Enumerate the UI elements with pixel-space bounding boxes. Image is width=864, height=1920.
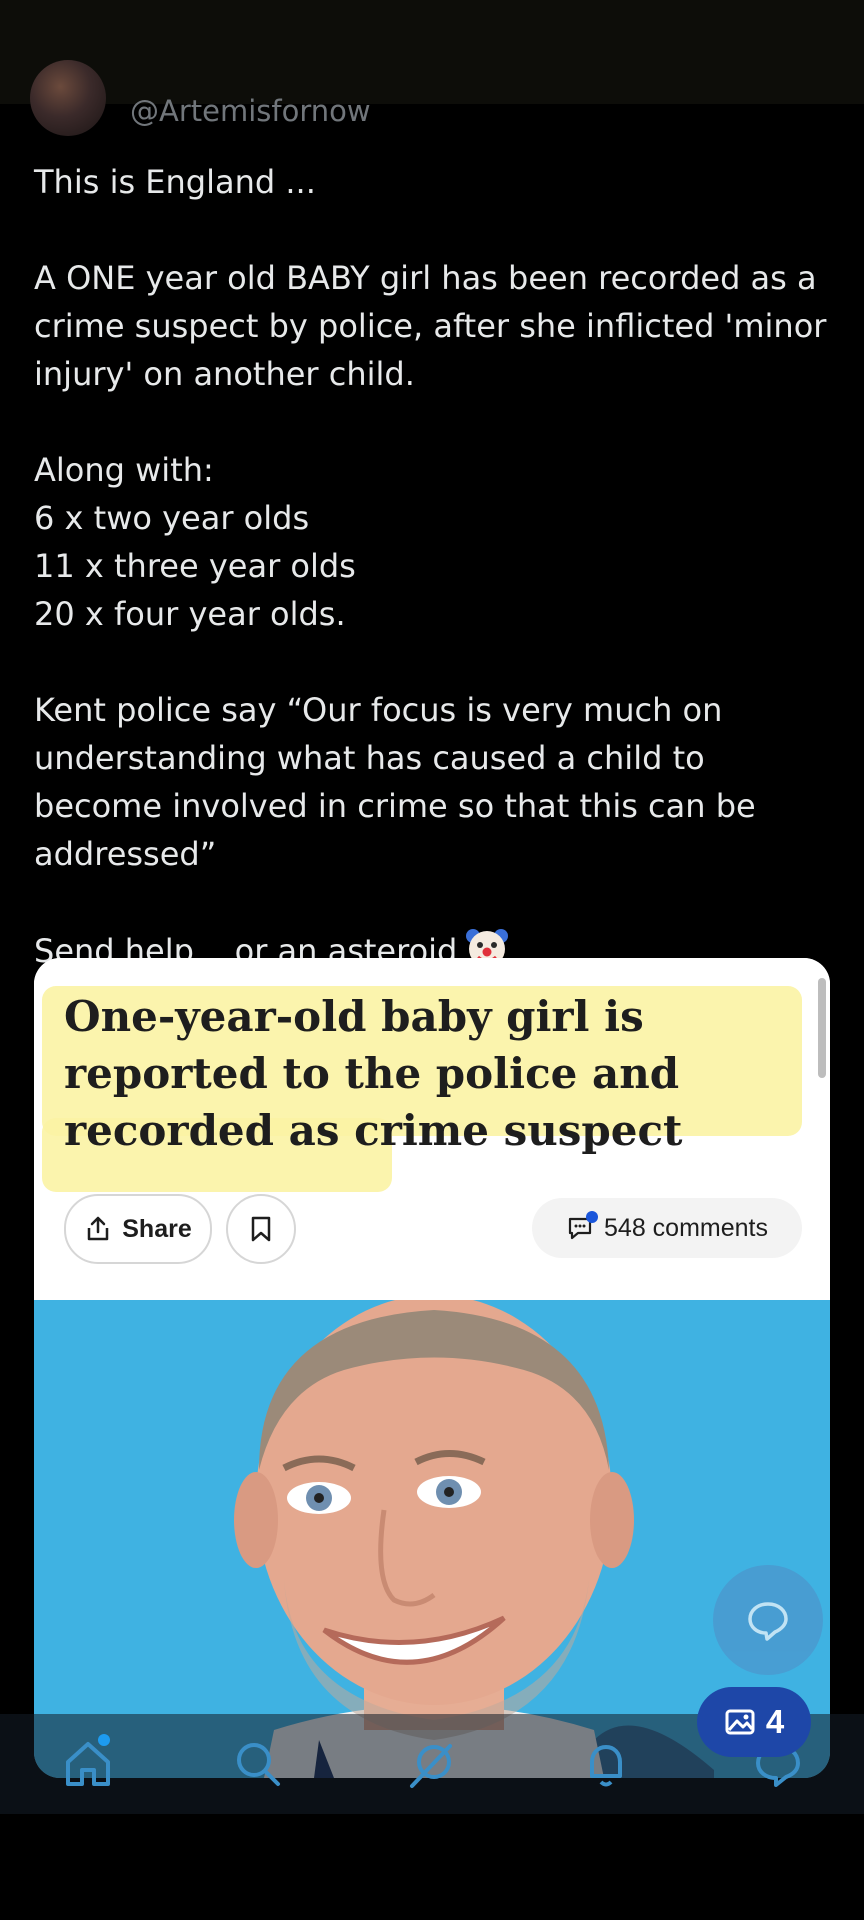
bookmark-icon <box>251 1216 271 1242</box>
unread-dot <box>98 1734 110 1746</box>
post-text: This is England ... A ONE year old BABY … <box>34 158 834 975</box>
author-handle[interactable]: @Artemisfornow <box>130 94 371 128</box>
notification-dot <box>586 1211 599 1223</box>
images-icon <box>725 1709 755 1735</box>
post-line: 20 x four year olds. <box>34 595 346 633</box>
search-icon[interactable] <box>230 1736 286 1792</box>
comments-count: 548 comments <box>604 1213 768 1242</box>
bookmark-button[interactable] <box>226 1194 296 1264</box>
article-header: One-year-old baby girl is reported to th… <box>34 958 830 1300</box>
scrollbar[interactable] <box>818 978 826 1078</box>
media-count: 4 <box>765 1703 785 1740</box>
post-line: 6 x two year olds <box>34 499 310 537</box>
post-author[interactable]: @Artemisfornow <box>30 60 371 136</box>
article-headline: One-year-old baby girl is reported to th… <box>64 992 683 1155</box>
status-bar <box>0 0 864 104</box>
grok-icon[interactable] <box>404 1736 460 1792</box>
media-count-badge[interactable]: 4 <box>697 1687 811 1757</box>
comments-button[interactable]: 548 comments <box>532 1198 802 1258</box>
avatar[interactable] <box>30 60 106 136</box>
share-button[interactable]: Share <box>64 1194 212 1264</box>
share-icon <box>88 1216 109 1241</box>
reply-bubble-icon <box>748 1602 788 1641</box>
post-line: Along with: <box>34 451 214 489</box>
post-line: A ONE year old BABY girl has been record… <box>34 259 827 393</box>
comment-icon <box>566 1211 599 1243</box>
notifications-icon[interactable] <box>578 1736 634 1792</box>
article-card[interactable]: One-year-old baby girl is reported to th… <box>34 958 830 1778</box>
post-line: Kent police say “Our focus is very much … <box>34 691 756 873</box>
post-line: 11 x three year olds <box>34 547 356 585</box>
share-label: Share <box>122 1214 192 1243</box>
post-line: This is England ... <box>34 163 316 201</box>
compose-reply-button[interactable] <box>713 1565 823 1675</box>
